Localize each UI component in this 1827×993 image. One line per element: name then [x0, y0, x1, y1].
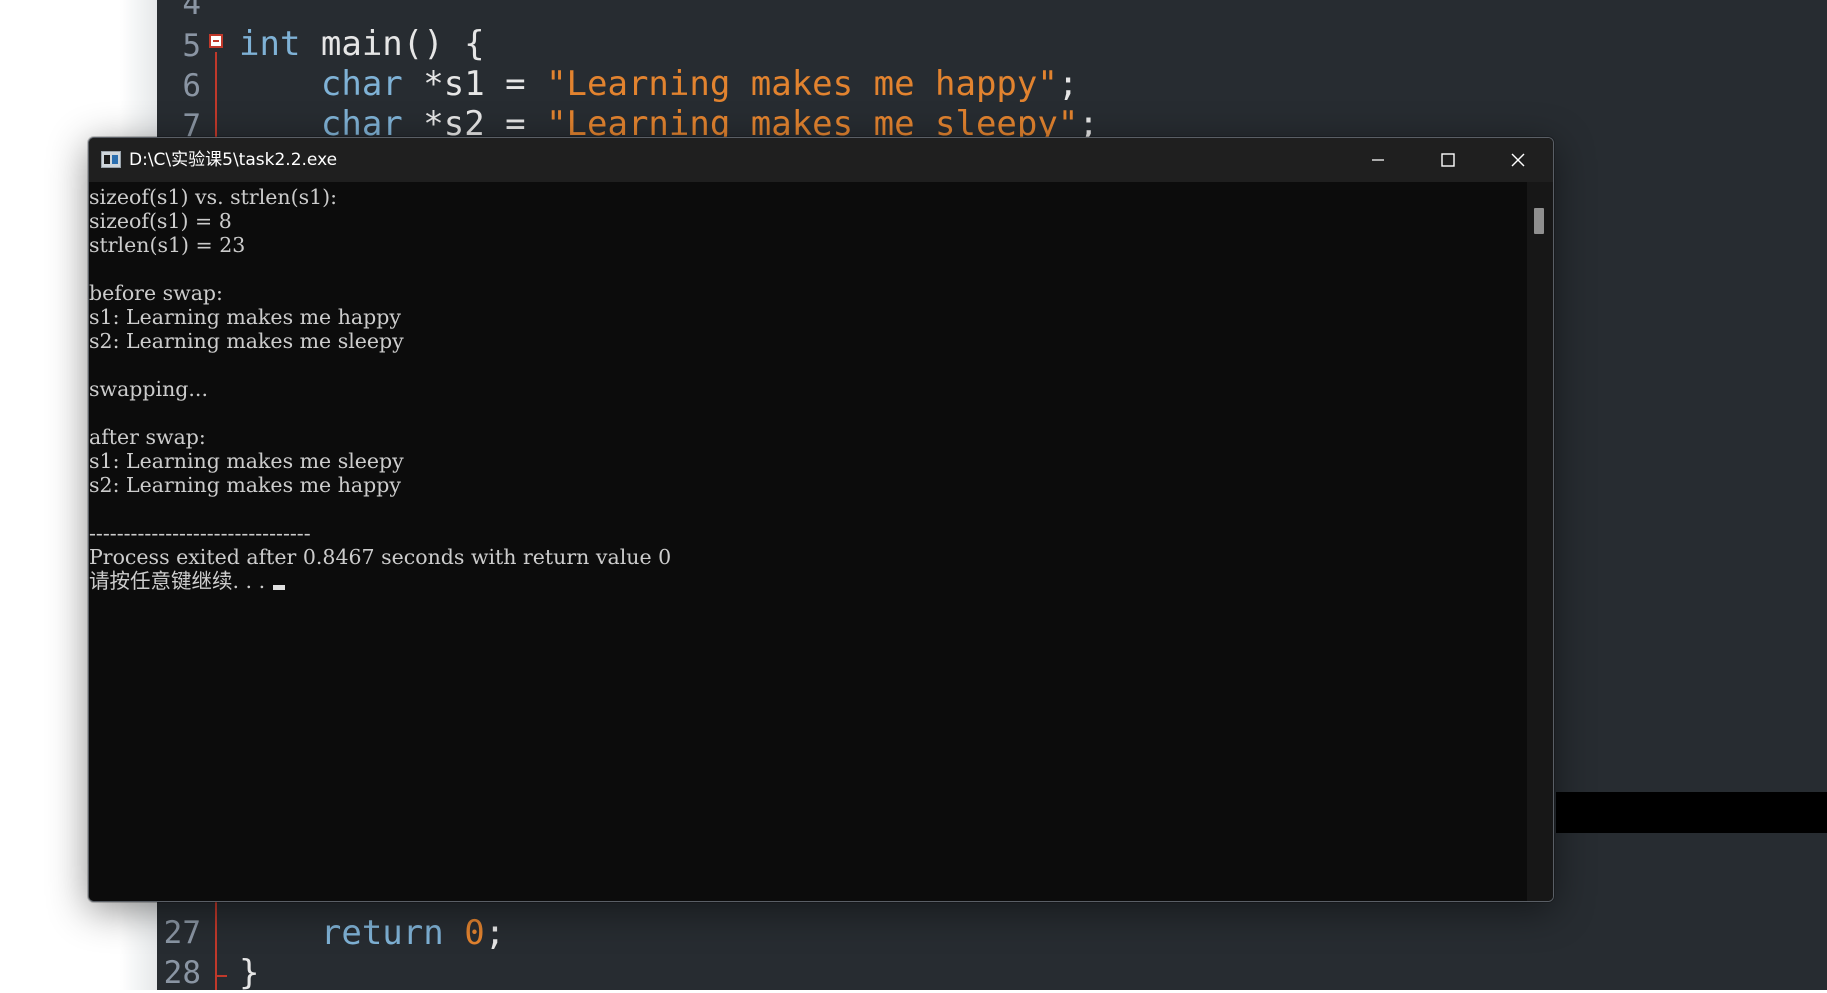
output-line: Process exited after 0.8467 seconds with…	[89, 545, 672, 569]
console-app-icon	[101, 151, 121, 168]
output-line: before swap:	[89, 281, 223, 305]
output-line: s2: Learning makes me happy	[89, 473, 401, 497]
code-line[interactable]: int main() {	[239, 24, 485, 64]
prompt-line: 请按任意键继续. . .	[89, 569, 1527, 593]
line-number: 28	[163, 955, 201, 991]
code-line[interactable]: char *s1 = "Learning makes me happy";	[239, 64, 1078, 104]
output-line: after swap:	[89, 425, 206, 449]
line-number: 4	[182, 0, 201, 22]
scrollbar-thumb[interactable]	[1534, 208, 1544, 234]
text-cursor	[273, 585, 286, 590]
line-number: 27	[163, 915, 201, 951]
vertical-scrollbar[interactable]	[1527, 182, 1553, 901]
code-line[interactable]: return 0;	[239, 913, 505, 953]
console-output[interactable]: sizeof(s1) vs. strlen(s1): sizeof(s1) = …	[89, 182, 1527, 901]
line-number: 6	[182, 68, 201, 104]
minimize-icon	[1372, 159, 1384, 161]
maximize-icon	[1441, 153, 1455, 167]
output-line: strlen(s1) = 23	[89, 233, 246, 257]
output-line: s1: Learning makes me sleepy	[89, 449, 404, 473]
line-number: 5	[182, 28, 201, 64]
console-window[interactable]: D:\C\实验课5\task2.2.exe sizeof(s1) vs. str…	[88, 137, 1554, 902]
maximize-button[interactable]	[1413, 138, 1483, 182]
fold-guide-end	[215, 975, 227, 977]
prompt-text: 请按任意键继续. . .	[89, 569, 266, 593]
output-line: s1: Learning makes me happy	[89, 305, 401, 329]
output-line: swapping...	[89, 377, 208, 401]
window-title: D:\C\实验课5\task2.2.exe	[129, 150, 338, 170]
output-line: --------------------------------	[89, 521, 311, 545]
console-titlebar[interactable]: D:\C\实验课5\task2.2.exe	[89, 138, 1553, 182]
code-line[interactable]: }	[239, 953, 259, 993]
output-line: s2: Learning makes me sleepy	[89, 329, 404, 353]
close-icon	[1511, 153, 1525, 167]
minimize-button[interactable]	[1343, 138, 1413, 182]
background-black-bar	[1556, 792, 1827, 833]
output-line: sizeof(s1) vs. strlen(s1):	[89, 185, 338, 209]
close-button[interactable]	[1483, 138, 1553, 182]
fold-collapse-icon[interactable]	[209, 34, 223, 48]
output-line: sizeof(s1) = 8	[89, 209, 232, 233]
